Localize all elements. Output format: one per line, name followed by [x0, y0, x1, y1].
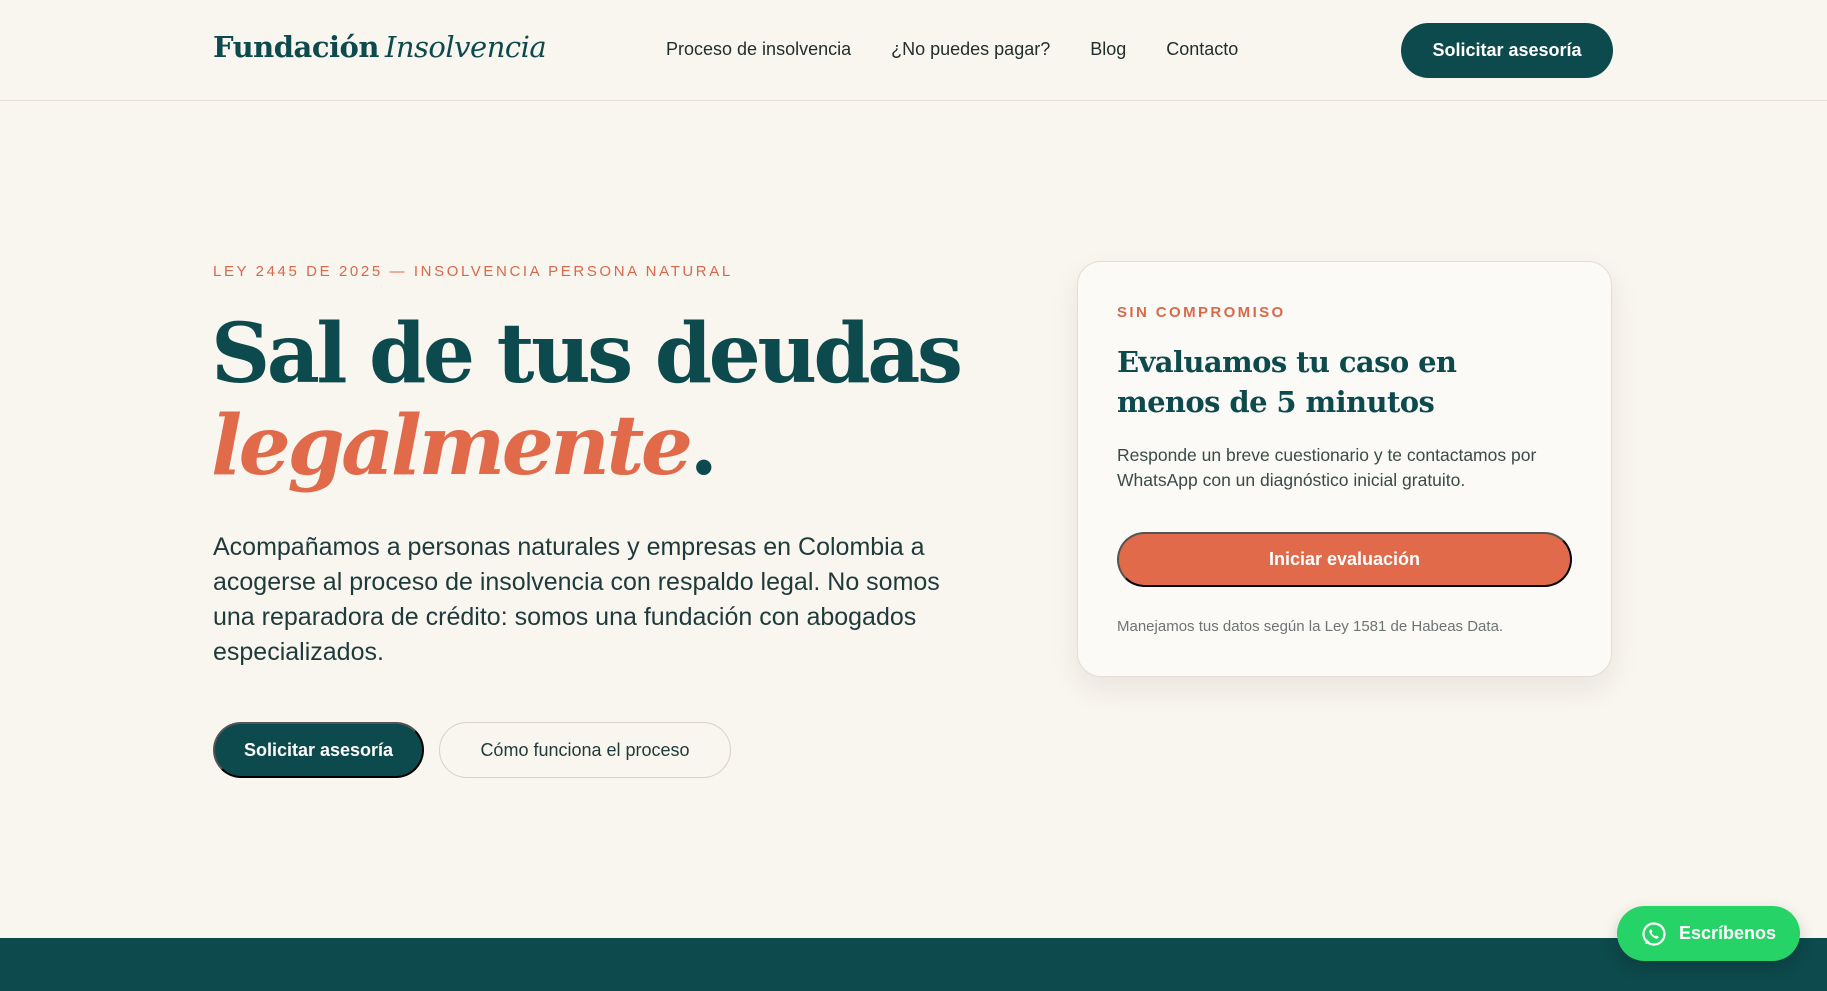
nav-link-no-puedes-pagar[interactable]: ¿No puedes pagar? [891, 39, 1050, 60]
hero-eyebrow: LEY 2445 DE 2025 — INSOLVENCIA PERSONA N… [213, 263, 733, 280]
logo-secondary: Insolvencia [384, 30, 547, 64]
header-cta-button[interactable]: Solicitar asesoría [1401, 23, 1613, 78]
headline-dot: . [689, 398, 719, 494]
hero-headline: Sal de tus deudas legalmente. [211, 306, 963, 494]
evaluation-card: SIN COMPROMISO Evaluamos tu caso en meno… [1077, 261, 1612, 677]
headline-line1: Sal de tus deudas [211, 306, 963, 402]
footer-band [0, 938, 1827, 991]
card-eyebrow: SIN COMPROMISO [1117, 304, 1286, 321]
privacy-note: Manejamos tus datos según la Ley 1581 de… [1117, 618, 1504, 635]
solicitar-asesoria-button[interactable]: Solicitar asesoría [213, 722, 424, 778]
main-nav: Proceso de insolvencia ¿No puedes pagar?… [666, 39, 1238, 60]
whatsapp-label: Escríbenos [1678, 923, 1777, 943]
nav-link-blog[interactable]: Blog [1090, 39, 1126, 60]
hero-lead: Acompañamos a personas naturales y empre… [213, 533, 940, 666]
card-title: Evaluamos tu caso en menos de 5 minutos [1117, 345, 1457, 419]
logo-primary: Fundación [213, 30, 379, 64]
card-description: Responde un breve cuestionario y te cont… [1117, 445, 1537, 490]
whatsapp-icon [1641, 921, 1667, 947]
iniciar-evaluacion-button[interactable]: Iniciar evaluación [1117, 532, 1572, 587]
nav-link-proceso[interactable]: Proceso de insolvencia [666, 39, 851, 60]
whatsapp-button[interactable]: Escríbenos [1617, 906, 1800, 961]
headline-accent: legalmente [211, 398, 693, 494]
nav-link-contacto[interactable]: Contacto [1166, 39, 1238, 60]
site-header: Fundación Insolvencia Proceso de insolven… [0, 0, 1827, 101]
logo[interactable]: Fundación Insolvencia [213, 30, 547, 64]
como-funciona-button[interactable]: Cómo funciona el proceso [439, 722, 731, 778]
